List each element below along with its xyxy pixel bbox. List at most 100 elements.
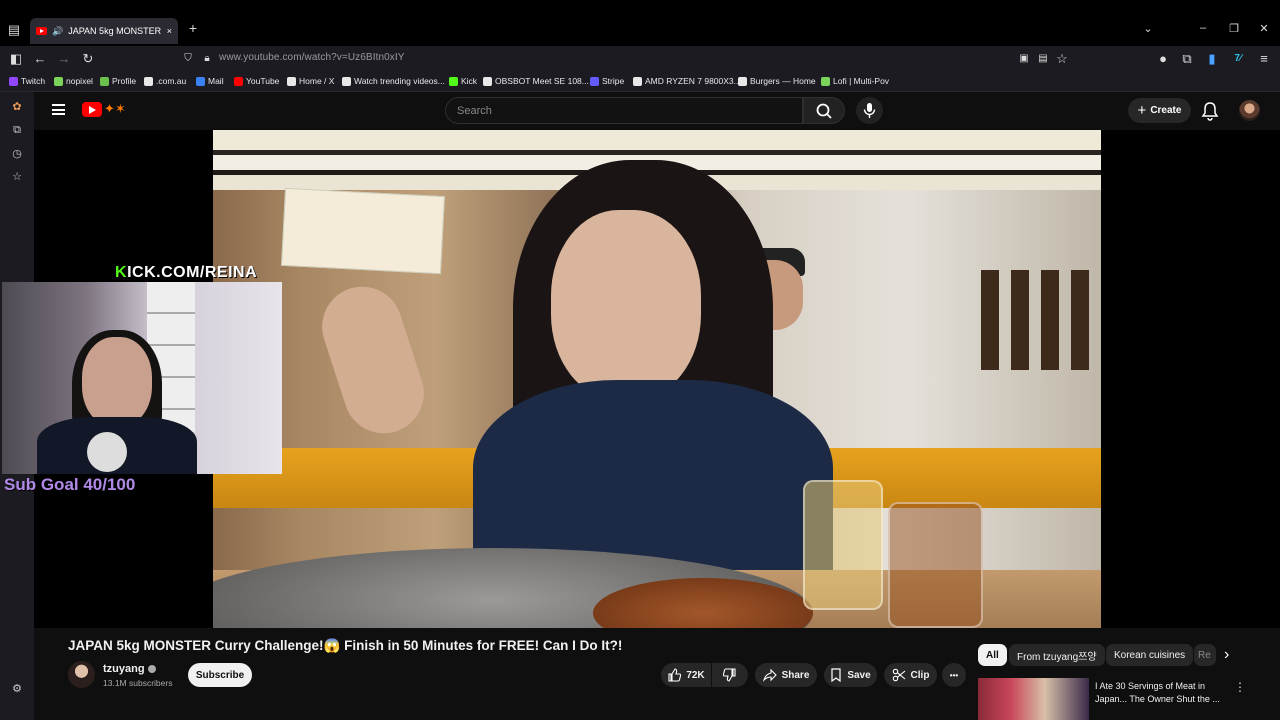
bookmark-item[interactable]: OBSBOT Meet SE 108... — [483, 76, 589, 86]
chip-from-channel[interactable]: From tzuyang쯔양 — [1009, 644, 1105, 666]
pip-icon[interactable]: ▣ — [1016, 51, 1032, 67]
bookmark-item[interactable]: nopixel — [54, 76, 93, 86]
bookmark-favicon-icon — [342, 76, 351, 86]
bookmark-label: Kick — [461, 76, 478, 86]
restore-button[interactable]: ❐ — [1226, 22, 1242, 35]
bookmark-item[interactable]: Stripe — [590, 76, 624, 86]
save-button[interactable]: Save — [824, 663, 877, 687]
extensions-icon[interactable]: ⧉ — [1179, 51, 1195, 67]
microphone-icon — [863, 103, 876, 118]
dislike-button[interactable] — [712, 663, 748, 687]
bookmark-favicon-icon — [483, 76, 492, 86]
clip-label: Clip — [910, 669, 930, 681]
bookmark-item[interactable]: Profile — [100, 76, 136, 86]
youtube-logo-icon[interactable] — [82, 102, 102, 117]
bookmark-item[interactable]: Kick — [449, 76, 477, 86]
forward-icon[interactable]: → — [56, 51, 72, 67]
bookmark-label: YouTube — [246, 76, 280, 86]
new-tab-button[interactable]: + — [185, 20, 201, 36]
history-icon[interactable]: ◷ — [9, 147, 25, 160]
recommended-more-icon[interactable]: ⋮ — [1234, 680, 1246, 694]
bookmark-item[interactable]: AMD RYZEN 7 9800X3... — [633, 76, 741, 86]
tab-list-icon[interactable]: ▤ — [6, 22, 22, 38]
bookmark-label: Twitch — [21, 76, 46, 86]
bookmark-item[interactable]: Home / X — [287, 76, 334, 86]
kick-k-letter: K — [115, 264, 128, 281]
bookmark-favicon-icon — [738, 76, 747, 86]
sidebar-toggle-icon[interactable]: ◧ — [8, 51, 24, 67]
account-icon[interactable]: ● — [1155, 51, 1171, 67]
chip-all[interactable]: All — [978, 644, 1007, 666]
streamer-face-image — [82, 337, 152, 427]
menu-icon[interactable]: ≡ — [1256, 51, 1272, 67]
bookmark-icon — [831, 668, 841, 682]
bookmark-item[interactable]: Mail — [196, 76, 224, 86]
bookmarks-bar: Twitch nopixel Profile .com.au Mail YouTube Ho… — [0, 72, 1280, 92]
thumbs-down-icon — [723, 668, 736, 682]
bookmark-item[interactable]: Watch trending videos... — [342, 76, 445, 86]
chip-truncated[interactable]: Re — [1194, 644, 1216, 666]
search-button[interactable] — [803, 97, 845, 124]
bookmark-label: Stripe — [602, 76, 625, 86]
tab-dropdown-icon[interactable]: ⌄ — [1140, 22, 1156, 35]
browser-navbar: ◧ ← → ↻ ⛉ 🔒︎ www.youtube.com/watch?v=Uz6… — [0, 46, 1280, 72]
create-label: Create — [1150, 105, 1182, 116]
video-frame[interactable] — [213, 130, 1101, 628]
search-placeholder: Search — [457, 105, 492, 117]
bookmark-item[interactable]: .com.au — [144, 76, 186, 86]
channel-name[interactable]: tzuyang — [103, 663, 156, 675]
extension-7tv-icon[interactable]: 7∕ — [1230, 51, 1246, 67]
like-button[interactable]: 72K — [661, 663, 711, 687]
bookmarks-icon[interactable]: ☆ — [9, 170, 25, 183]
recommended-title[interactable]: I Ate 30 Servings of Meat in Japan... Th… — [1095, 680, 1235, 706]
recommended-thumbnail[interactable] — [978, 678, 1089, 720]
bookmark-favicon-icon — [234, 76, 243, 86]
bookmark-favicon-icon — [144, 76, 153, 86]
bookmark-item[interactable]: YouTube — [234, 76, 279, 86]
more-actions-button[interactable]: ••• — [942, 663, 966, 687]
menu-board-image — [281, 187, 445, 275]
search-input[interactable]: Search — [445, 97, 803, 124]
bookmark-item[interactable]: Burgers — Home — [738, 76, 816, 86]
bookmark-label: Mail — [208, 76, 224, 86]
person-face-image — [551, 210, 701, 400]
extension-badge-icon[interactable]: ▮ — [1204, 51, 1220, 67]
reload-icon[interactable]: ↻ — [80, 51, 96, 67]
bookmark-star-icon[interactable]: ☆ — [1054, 51, 1070, 67]
back-icon[interactable]: ← — [32, 51, 48, 67]
minimize-button[interactable]: – — [1195, 22, 1211, 34]
tab-close-icon[interactable]: × — [167, 26, 172, 36]
clip-button[interactable]: Clip — [884, 663, 937, 687]
account-avatar[interactable] — [1239, 100, 1260, 121]
chip-korean-cuisines[interactable]: Korean cuisines — [1106, 644, 1194, 666]
synced-tabs-icon[interactable]: ⧉ — [9, 124, 25, 137]
speaker-icon[interactable]: 🔊 — [52, 26, 63, 37]
bookmark-favicon-icon — [287, 76, 296, 86]
save-label: Save — [847, 669, 871, 681]
bottles-image — [973, 270, 1101, 370]
ai-chat-icon[interactable]: ✿ — [9, 100, 25, 113]
channel-avatar[interactable] — [68, 661, 95, 688]
create-button[interactable]: + Create — [1128, 98, 1191, 123]
chips-next-icon[interactable]: › — [1224, 646, 1229, 664]
bookmark-favicon-icon — [449, 76, 458, 86]
lock-icon[interactable]: 🔒︎ — [199, 51, 215, 67]
browser-tab-active[interactable]: 🔊 JAPAN 5kg MONSTER Curry × — [30, 18, 178, 44]
guide-menu-icon[interactable] — [52, 104, 65, 115]
url-bar[interactable]: www.youtube.com/watch?v=Uz6BItn0xIY — [219, 52, 405, 63]
bookmark-favicon-icon — [590, 76, 599, 86]
notifications-bell-icon[interactable] — [1201, 101, 1219, 121]
bookmark-item[interactable]: Lofi | Multi-Pov — [821, 76, 889, 86]
voice-search-button[interactable] — [856, 97, 883, 124]
subscribe-button[interactable]: Subscribe — [188, 663, 252, 687]
tracking-shield-icon[interactable]: ⛉ — [180, 51, 196, 67]
screen: ▤ 🔊 JAPAN 5kg MONSTER Curry × + ⌄ – ❐ ✕ … — [0, 0, 1280, 720]
youtube-doodle-icon[interactable]: ✦✶ — [104, 101, 126, 117]
plus-icon: + — [1137, 102, 1147, 119]
customize-sidebar-icon[interactable]: ⚙ — [9, 682, 25, 695]
bookmark-item[interactable]: Twitch — [9, 76, 45, 86]
close-window-button[interactable]: ✕ — [1256, 22, 1272, 35]
share-button[interactable]: Share — [755, 663, 817, 687]
microphone-image — [87, 432, 127, 472]
reader-icon[interactable]: ▤ — [1035, 51, 1051, 67]
